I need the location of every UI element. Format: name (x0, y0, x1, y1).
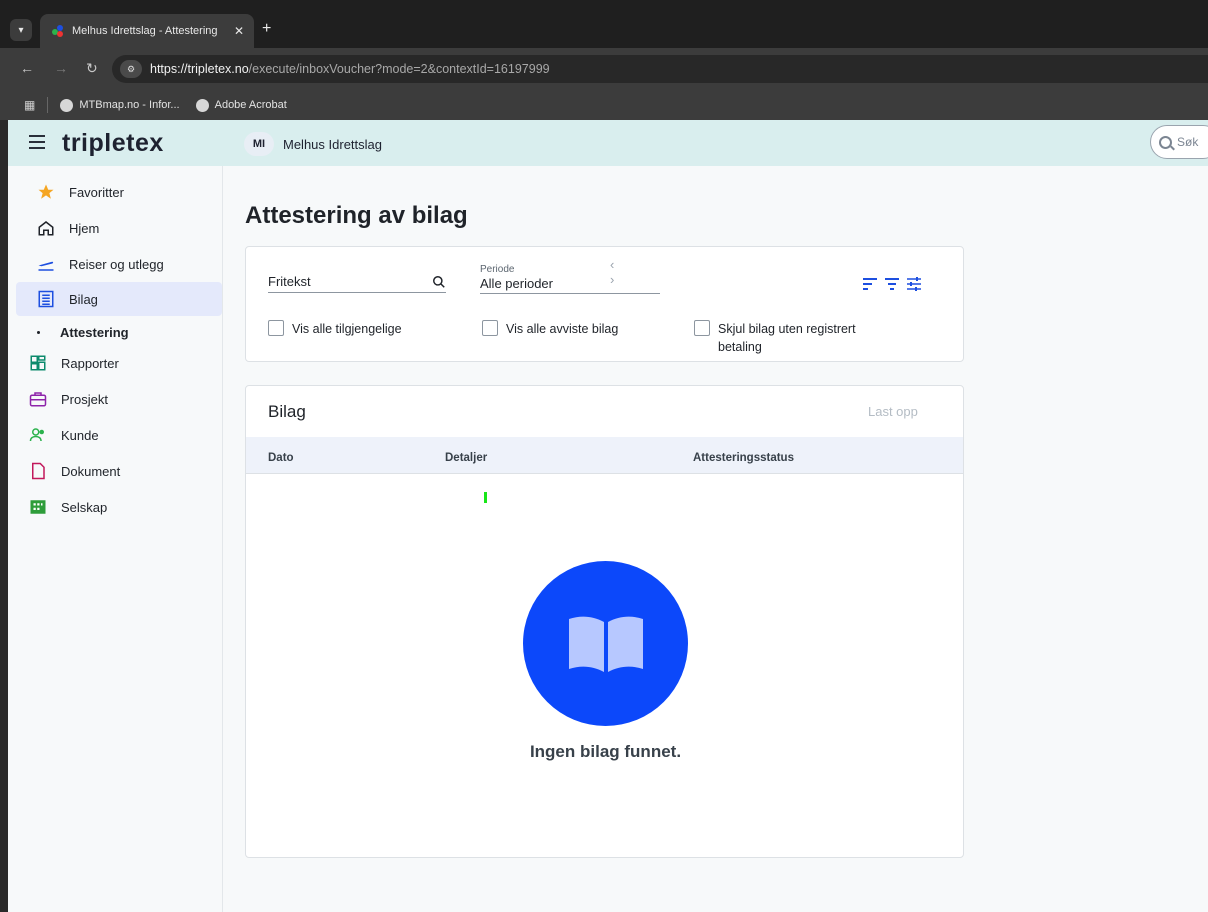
file-icon (28, 461, 48, 481)
show-rejected-checkbox[interactable]: Vis alle avviste bilag (482, 320, 618, 338)
list-tools (862, 277, 922, 291)
empty-state-illustration (523, 561, 688, 726)
forward-icon[interactable]: → (54, 59, 68, 77)
filter-icon[interactable] (884, 277, 900, 291)
settings-sliders-icon[interactable] (906, 277, 922, 291)
period-label: Periode (480, 264, 515, 275)
search-icon (433, 276, 445, 288)
tab-title: Melhus Idrettslag - Attestering (72, 25, 218, 37)
empty-state-message: Ingen bilag funnet. (529, 742, 682, 761)
bookmarks-bar: ▦ MTBmap.no - Infor... Adobe Acrobat (0, 90, 1208, 120)
address-bar[interactable]: ⚙ https://tripletex.no/execute/inboxVouc… (112, 55, 1208, 83)
sidebar-item-kunde[interactable]: Kunde (8, 418, 214, 452)
new-tab-button[interactable]: + (262, 20, 271, 38)
sidebar-item-reiser-og-utlegg[interactable]: Reiser og utlegg (16, 247, 222, 281)
briefcase-icon (28, 389, 48, 409)
sort-icon[interactable] (862, 277, 878, 291)
browser-tab-bar: ▾ Melhus Idrettslag - Attestering ✕ + (0, 0, 1208, 48)
search-icon (1159, 135, 1172, 149)
sidebar-item-dokument[interactable]: Dokument (8, 454, 214, 488)
company-name: Melhus Idrettslag (283, 136, 382, 152)
voucher-list-panel: Bilag Last opp Dato Detaljer Attestering… (245, 385, 964, 858)
checkbox-box[interactable] (694, 320, 710, 336)
sidebar-item-attestering[interactable]: Attestering (8, 318, 214, 346)
global-search-input[interactable]: Søk (1150, 125, 1208, 159)
bookmark-mtbmap[interactable]: MTBmap.no - Infor... (60, 98, 180, 112)
tripletex-logo[interactable]: tripletex (62, 129, 164, 158)
checkbox-box[interactable] (268, 320, 284, 336)
open-book-icon (568, 616, 643, 672)
loading-indicator (484, 492, 487, 503)
star-icon (36, 182, 56, 202)
tab-search-button[interactable]: ▾ (10, 19, 32, 41)
site-settings-icon[interactable]: ⚙ (120, 60, 142, 78)
globe-icon (60, 98, 74, 112)
column-header-dato[interactable]: Dato (268, 452, 294, 464)
sidebar-item-hjem[interactable]: Hjem (16, 211, 222, 245)
table-header: Dato Detaljer Attesteringsstatus (246, 437, 963, 474)
fritekst-search-input[interactable]: Fritekst (268, 273, 446, 293)
period-value: Alle perioder (480, 276, 553, 291)
tripletex-favicon-icon (52, 25, 64, 37)
url-text: https://tripletex.no/execute/inboxVouche… (150, 62, 550, 76)
bookmark-adobe-acrobat[interactable]: Adobe Acrobat (195, 98, 287, 112)
people-icon (28, 425, 48, 445)
checkbox-box[interactable] (482, 320, 498, 336)
column-header-detaljer[interactable]: Detaljer (445, 452, 487, 464)
sidebar-item-selskap[interactable]: Selskap (8, 490, 214, 524)
sidebar: Favoritter Hjem Reiser og utlegg Bilag (8, 166, 223, 912)
window-edge (0, 120, 8, 912)
bookmarks-divider (47, 97, 49, 113)
period-select[interactable]: Periode ‹ › Alle perioder (480, 257, 660, 294)
home-icon (36, 218, 56, 238)
upload-button[interactable]: Last opp (868, 404, 918, 419)
company-avatar: MI (244, 132, 274, 156)
globe-icon (195, 98, 209, 112)
filter-panel: Fritekst Periode ‹ › Alle perioder Vis a… (245, 246, 964, 362)
plane-icon (36, 254, 56, 274)
browser-toolbar: ← → ↻ ⚙ https://tripletex.no/execute/inb… (0, 48, 1208, 90)
list-title: Bilag (268, 402, 306, 421)
company-switcher[interactable]: MI Melhus Idrettslag (244, 132, 382, 156)
browser-tab[interactable]: Melhus Idrettslag - Attestering ✕ (40, 14, 254, 48)
back-icon[interactable]: ← (20, 59, 34, 77)
reload-icon[interactable]: ↻ (86, 59, 98, 77)
dashboard-icon (28, 353, 48, 373)
sidebar-item-prosjekt[interactable]: Prosjekt (8, 382, 214, 416)
hide-unpaid-checkbox[interactable]: Skjul bilag uten registrert betaling (694, 320, 894, 356)
search-placeholder: Søk (1177, 135, 1199, 149)
bullet-icon (37, 330, 40, 334)
sidebar-item-favoritter[interactable]: Favoritter (16, 175, 222, 209)
show-all-available-checkbox[interactable]: Vis alle tilgjengelige (268, 320, 402, 338)
apps-grid-icon[interactable]: ▦ (24, 98, 35, 112)
period-arrows-icon[interactable]: ‹ › (610, 257, 660, 287)
sidebar-item-bilag[interactable]: Bilag (16, 282, 222, 316)
sidebar-item-rapporter[interactable]: Rapporter (8, 346, 214, 380)
document-list-icon (36, 289, 56, 309)
close-tab-icon[interactable]: ✕ (234, 24, 244, 38)
app-header: tripletex (0, 120, 1208, 166)
column-header-attesteringsstatus[interactable]: Attesteringsstatus (693, 452, 794, 464)
page-title: Attestering av bilag (245, 202, 468, 229)
menu-icon[interactable] (29, 135, 45, 149)
building-icon (28, 497, 48, 517)
